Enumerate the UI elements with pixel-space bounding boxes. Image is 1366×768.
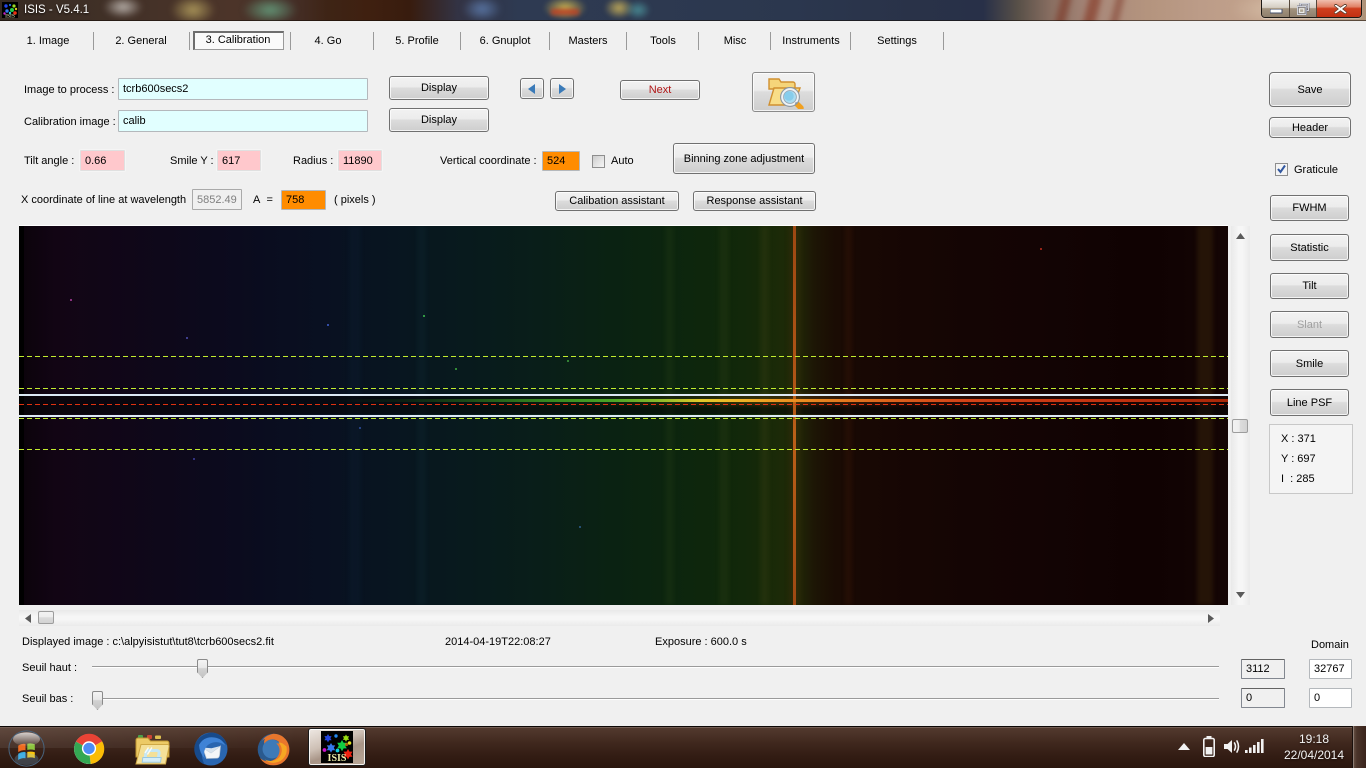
- svg-text:ISIS: ISIS: [5, 14, 15, 19]
- svg-text:ISIS: ISIS: [328, 753, 347, 763]
